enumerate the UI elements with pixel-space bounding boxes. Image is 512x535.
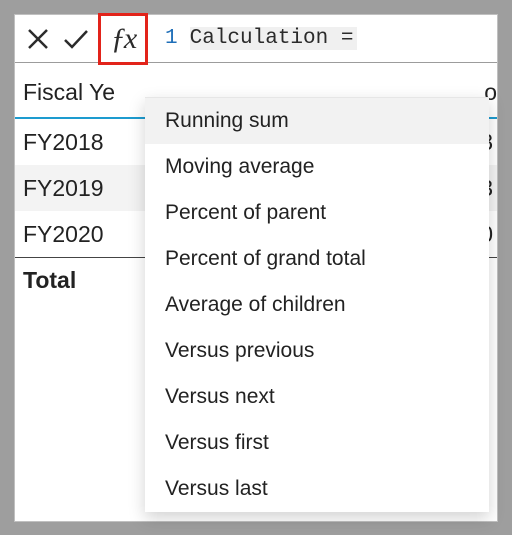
app-window: ƒx 1 Calculation = Fiscal Ye o FY2018 8 … <box>14 14 498 522</box>
check-icon <box>63 28 89 50</box>
cell-label: FY2019 <box>15 175 155 202</box>
dropdown-item-versus-previous[interactable]: Versus previous <box>145 328 489 374</box>
dropdown-item-label: Moving average <box>165 155 314 179</box>
cancel-button[interactable] <box>19 16 57 62</box>
column-header-left[interactable]: Fiscal Ye <box>15 79 142 106</box>
dropdown-item-average-of-children[interactable]: Average of children <box>145 282 489 328</box>
x-icon <box>27 28 49 50</box>
cell-label: FY2018 <box>15 129 155 156</box>
dropdown-item-versus-last[interactable]: Versus last <box>145 466 489 512</box>
dropdown-item-percent-of-grand-total[interactable]: Percent of grand total <box>145 236 489 282</box>
dropdown-item-label: Percent of grand total <box>165 247 366 271</box>
line-number: 1 <box>165 27 178 50</box>
fx-icon: ƒx <box>111 22 135 56</box>
cell-label: FY2020 <box>15 221 155 248</box>
separator <box>98 19 99 59</box>
dropdown-item-running-sum[interactable]: Running sum <box>145 98 489 144</box>
dropdown-item-moving-average[interactable]: Moving average <box>145 144 489 190</box>
confirm-button[interactable] <box>57 16 95 62</box>
separator <box>147 19 148 59</box>
formula-bar: ƒx 1 Calculation = <box>15 15 497 63</box>
total-label: Total <box>15 267 155 294</box>
dropdown-item-label: Versus first <box>165 431 269 455</box>
dropdown-item-label: Average of children <box>165 293 346 317</box>
fx-button[interactable]: ƒx <box>102 16 144 62</box>
dropdown-item-percent-of-parent[interactable]: Percent of parent <box>145 190 489 236</box>
dropdown-item-versus-first[interactable]: Versus first <box>145 420 489 466</box>
calculation-dropdown: Running sum Moving average Percent of pa… <box>145 97 489 512</box>
dropdown-item-label: Running sum <box>165 109 289 133</box>
dropdown-item-label: Versus last <box>165 477 268 501</box>
dropdown-item-versus-next[interactable]: Versus next <box>145 374 489 420</box>
formula-input[interactable]: Calculation = <box>190 27 358 50</box>
dropdown-item-label: Versus next <box>165 385 275 409</box>
dropdown-item-label: Percent of parent <box>165 201 326 225</box>
dropdown-item-label: Versus previous <box>165 339 314 363</box>
